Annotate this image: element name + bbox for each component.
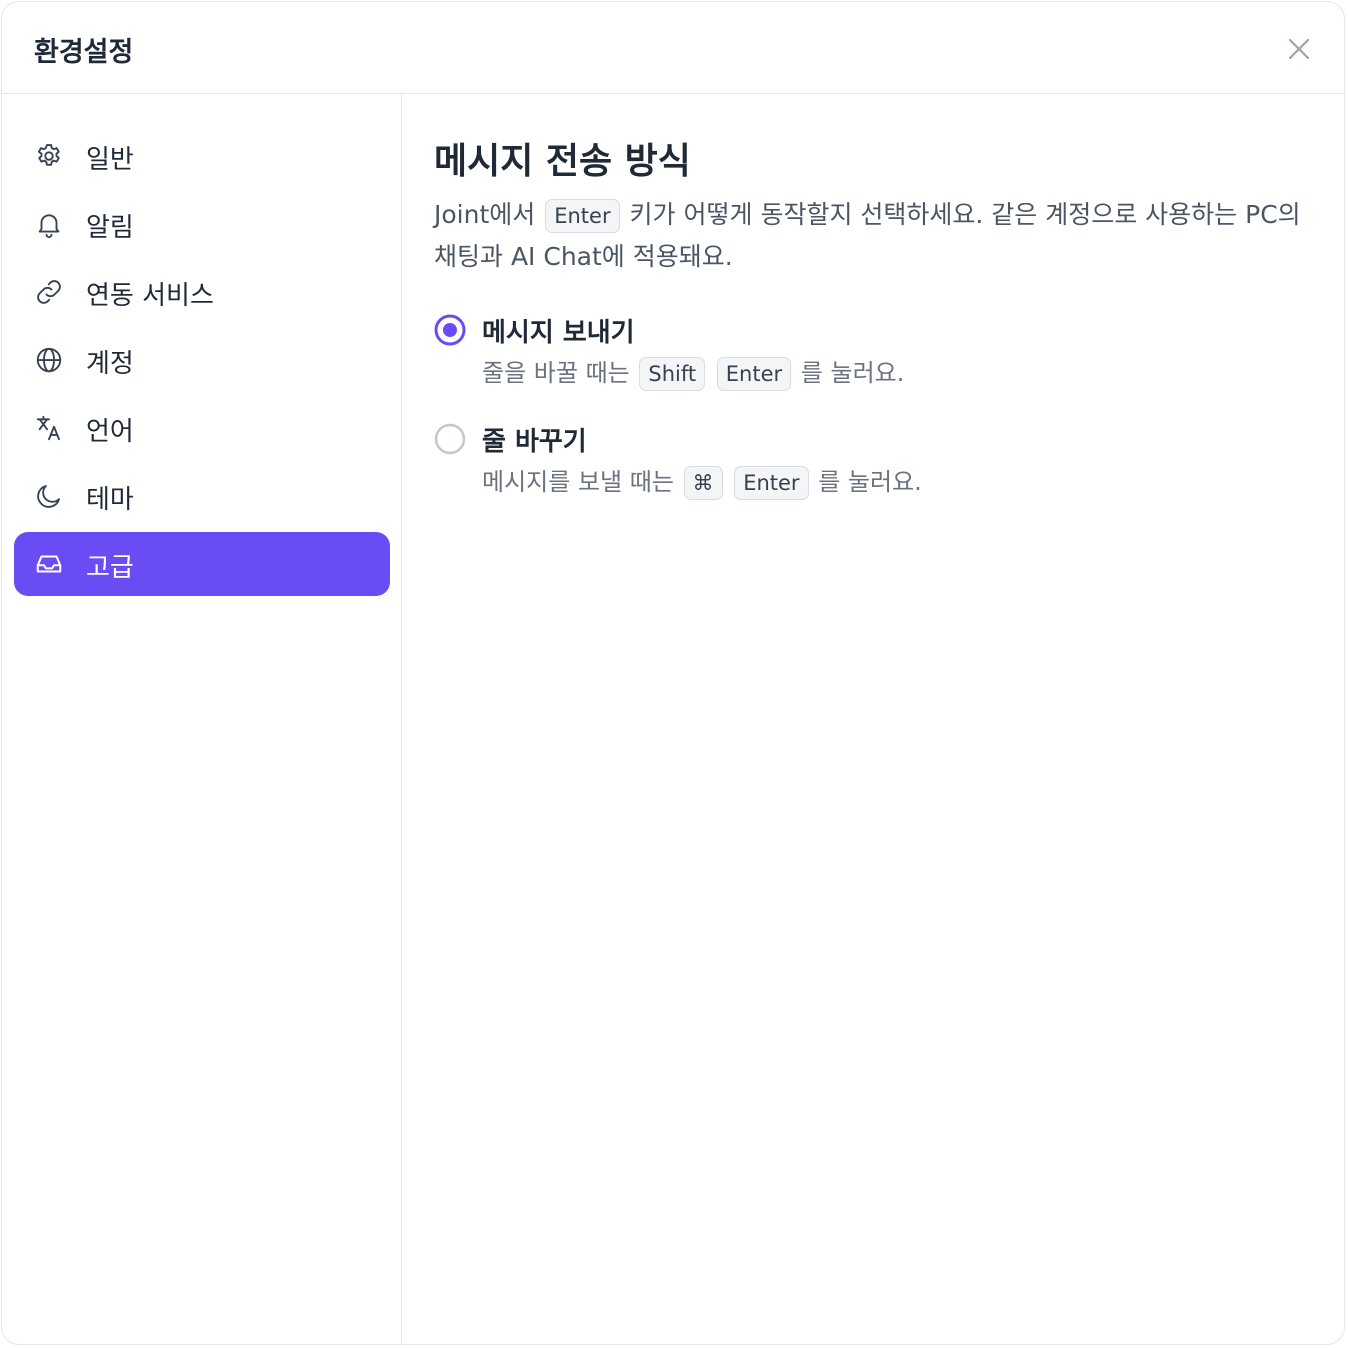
section-title: 메시지 전송 방식 <box>434 141 691 182</box>
option-text: 를 눌러요. <box>818 468 922 496</box>
description-text: Joint에서 <box>434 200 536 229</box>
radio-unselected[interactable] <box>434 423 466 455</box>
option-text: 를 눌러요. <box>800 359 905 387</box>
radio-selected[interactable] <box>434 314 466 346</box>
sidebar-item-label: 일반 <box>86 145 134 175</box>
sidebar-item-label: 계정 <box>86 349 134 379</box>
option-description: 줄을 바꿀 때는 Shift Enter 를 눌러요. <box>482 356 904 391</box>
enter-key-badge: Enter <box>734 466 809 500</box>
option-description: 메시지를 보낼 때는 ⌘ Enter 를 눌러요. <box>482 465 922 500</box>
option-send-message[interactable]: 메시지 보내기 줄을 바꿀 때는 Shift Enter 를 눌러요. <box>434 314 1314 394</box>
option-title: 줄 바꾸기 <box>482 427 587 457</box>
shift-key-badge: Shift <box>639 357 706 391</box>
sidebar-item-label: 테마 <box>86 485 134 515</box>
moon-icon <box>37 485 60 508</box>
option-text: 메시지를 보낼 때는 <box>482 468 674 496</box>
option-new-line[interactable]: 줄 바꾸기 메시지를 보낼 때는 ⌘ Enter 를 눌러요. <box>434 423 1314 503</box>
enter-key-badge: Enter <box>545 199 620 233</box>
settings-dialog: 환경설정 일반 알림 연동 서비스 계정 언어 테마 고급 메시지 전송 방식 … <box>1 1 1345 1345</box>
dialog-header: 환경설정 <box>2 2 1344 94</box>
settings-content: 메시지 전송 방식 Joint에서 Enter 키가 어떻게 동작할지 선택하세… <box>402 94 1344 1344</box>
option-title: 메시지 보내기 <box>482 318 635 348</box>
close-icon[interactable] <box>1284 34 1314 64</box>
option-text: 줄을 바꿀 때는 <box>482 359 630 387</box>
sidebar-item-notifications[interactable]: 알림 <box>14 192 390 256</box>
sidebar-item-general[interactable]: 일반 <box>14 124 390 188</box>
enter-key-badge: Enter <box>716 357 792 391</box>
settings-sidebar: 일반 알림 연동 서비스 계정 언어 테마 고급 <box>2 94 402 1344</box>
sidebar-item-advanced[interactable]: 고급 <box>14 532 390 596</box>
section-description: Joint에서 Enter 키가 어떻게 동작할지 선택하세요. 같은 계정으로… <box>434 194 1314 278</box>
sidebar-item-label: 연동 서비스 <box>86 281 214 311</box>
sidebar-item-account[interactable]: 계정 <box>14 328 390 392</box>
translate-icon <box>36 415 60 441</box>
dialog-title: 환경설정 <box>34 37 134 68</box>
gear-icon <box>37 144 60 166</box>
bell-icon <box>38 214 60 239</box>
inbox-icon <box>36 555 62 573</box>
command-key-badge: ⌘ <box>683 466 723 500</box>
sidebar-item-label: 알림 <box>86 213 134 243</box>
link-icon <box>37 280 61 304</box>
sidebar-item-theme[interactable]: 테마 <box>14 464 390 528</box>
sidebar-item-language[interactable]: 언어 <box>14 396 390 460</box>
sidebar-item-label: 언어 <box>86 417 134 447</box>
sidebar-item-integrations[interactable]: 연동 서비스 <box>14 260 390 324</box>
sidebar-item-label: 고급 <box>86 553 134 583</box>
globe-icon <box>36 347 62 373</box>
